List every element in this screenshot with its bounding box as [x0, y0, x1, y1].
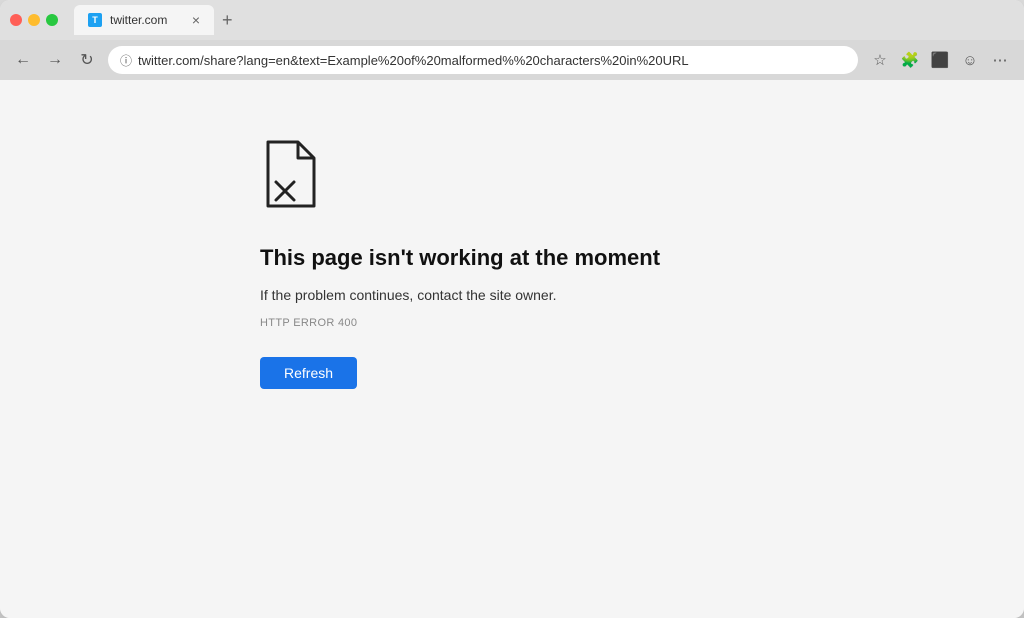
new-tab-button[interactable]: + [218, 10, 237, 31]
error-heading: This page isn't working at the moment [260, 245, 660, 271]
emoji-icon[interactable]: ☺ [958, 48, 982, 72]
error-icon [260, 140, 320, 215]
page-content: This page isn't working at the moment If… [0, 80, 1024, 618]
title-bar: T twitter.com × + [0, 0, 1024, 40]
tab-title: twitter.com [110, 13, 167, 27]
refresh-button[interactable]: Refresh [260, 357, 357, 389]
browser-window: T twitter.com × + ← → ↻ ⓘ twitter.com/sh… [0, 0, 1024, 618]
url-text: twitter.com/share?lang=en&text=Example%2… [138, 53, 846, 68]
error-subtext: If the problem continues, contact the si… [260, 287, 557, 303]
address-bar: ← → ↻ ⓘ twitter.com/share?lang=en&text=E… [0, 40, 1024, 80]
minimize-button[interactable] [28, 14, 40, 26]
tab-bar: T twitter.com × + [74, 5, 1014, 35]
toolbar-icons: ☆ 🧩 ⬛ ☺ ⋯ [868, 48, 1012, 72]
browser-tab[interactable]: T twitter.com × [74, 5, 214, 35]
screenshot-icon[interactable]: ⬛ [928, 48, 952, 72]
lock-icon: ⓘ [120, 52, 132, 69]
extensions-icon[interactable]: 🧩 [898, 48, 922, 72]
back-button[interactable]: ← [12, 49, 34, 71]
url-bar[interactable]: ⓘ twitter.com/share?lang=en&text=Example… [108, 46, 858, 74]
menu-icon[interactable]: ⋯ [988, 48, 1012, 72]
tab-close-icon[interactable]: × [192, 13, 200, 27]
maximize-button[interactable] [46, 14, 58, 26]
refresh-nav-button[interactable]: ↻ [76, 49, 98, 71]
traffic-lights [10, 14, 58, 26]
tab-favicon-icon: T [88, 13, 102, 27]
close-button[interactable] [10, 14, 22, 26]
error-code: HTTP ERROR 400 [260, 317, 357, 329]
forward-button[interactable]: → [44, 49, 66, 71]
bookmark-icon[interactable]: ☆ [868, 48, 892, 72]
